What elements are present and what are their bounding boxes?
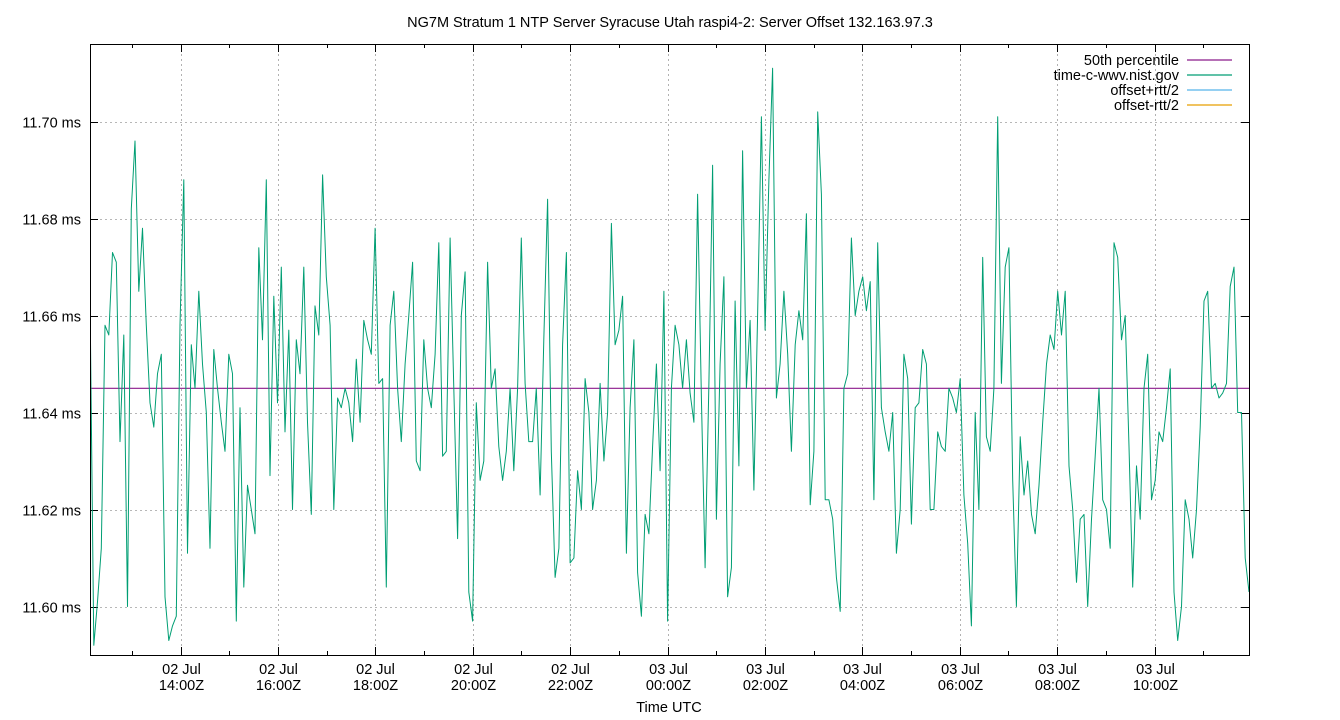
- legend: 50th percentiletime-c-wwv.nist.govoffset…: [1054, 53, 1232, 114]
- legend-label: offset-rtt/2: [1114, 98, 1179, 114]
- y-tick-label: 11.64 ms: [22, 407, 81, 423]
- y-axis: 11.60 ms 11.62 ms 11.64 ms 11.66 ms 11.68 ms…: [22, 116, 1249, 617]
- x-tick-time: 20:00Z: [451, 678, 496, 694]
- x-tick-time: 08:00Z: [1035, 678, 1080, 694]
- chart-title: NG7M Stratum 1 NTP Server Syracuse Utah …: [407, 15, 933, 31]
- y-tick-label: 11.70 ms: [22, 116, 81, 132]
- x-tick-time: 02:00Z: [743, 678, 788, 694]
- series-line-nist: [90, 67, 1249, 646]
- x-tick-time: 16:00Z: [256, 678, 301, 694]
- y-tick-label: 11.66 ms: [22, 310, 81, 326]
- x-tick-time: 10:00Z: [1133, 678, 1178, 694]
- x-tick-time: 22:00Z: [548, 678, 593, 694]
- x-tick-time: 04:00Z: [840, 678, 885, 694]
- y-tick-label: 11.62 ms: [22, 504, 81, 520]
- x-tick-date: 03 Jul: [746, 662, 785, 678]
- legend-label: time-c-wwv.nist.gov: [1054, 68, 1180, 84]
- x-tick-date: 03 Jul: [843, 662, 882, 678]
- x-tick-date: 02 Jul: [162, 662, 201, 678]
- x-tick-date: 03 Jul: [1136, 662, 1175, 678]
- legend-label: offset+rtt/2: [1110, 83, 1179, 99]
- x-tick-date: 02 Jul: [356, 662, 395, 678]
- x-tick-date: 02 Jul: [259, 662, 298, 678]
- x-axis-label: Time UTC: [636, 700, 702, 716]
- y-tick-label: 11.68 ms: [22, 213, 81, 229]
- x-tick-date: 03 Jul: [941, 662, 980, 678]
- y-tick-label: 11.60 ms: [22, 601, 81, 617]
- x-tick-date: 03 Jul: [1038, 662, 1077, 678]
- x-tick-time: 06:00Z: [938, 678, 983, 694]
- x-tick-date: 03 Jul: [649, 662, 688, 678]
- x-tick-time: 00:00Z: [646, 678, 691, 694]
- x-tick-date: 02 Jul: [454, 662, 493, 678]
- plot-area: [90, 67, 1249, 646]
- chart: NG7M Stratum 1 NTP Server Syracuse Utah …: [22, 15, 1250, 716]
- x-tick-time: 18:00Z: [353, 678, 398, 694]
- x-tick-date: 02 Jul: [551, 662, 590, 678]
- x-tick-time: 14:00Z: [159, 678, 204, 694]
- legend-label: 50th percentile: [1084, 53, 1179, 69]
